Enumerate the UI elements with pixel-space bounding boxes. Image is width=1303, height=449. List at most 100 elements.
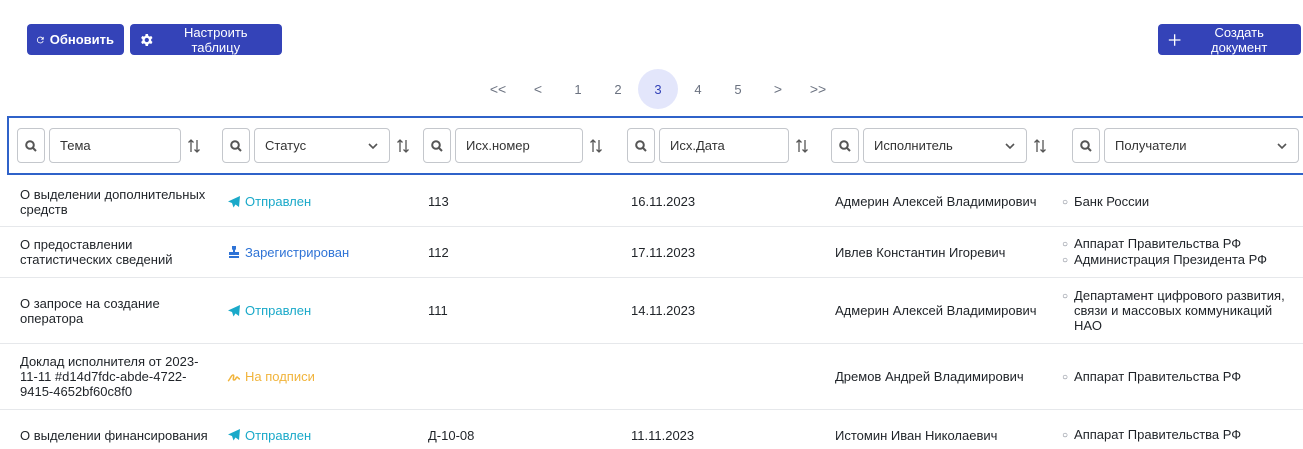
chevron-down-icon <box>1005 142 1015 149</box>
create-document-button[interactable]: Создать документ <box>1158 24 1301 55</box>
stamp-icon <box>229 246 239 258</box>
cell-recipients: ○ Аппарат Правительства РФ <box>1062 344 1302 409</box>
cell-recipients: ○ Банк России <box>1062 177 1302 226</box>
recipient-label: Департамент цифрового развития, связи и … <box>1074 288 1285 333</box>
sort-status-button[interactable] <box>396 138 410 154</box>
cell-executor: Адмерин Алексей Владимирович <box>835 194 1037 209</box>
search-icon <box>1080 139 1092 152</box>
recipient-item: ○ Аппарат Правительства РФ <box>1062 368 1242 384</box>
recipient-item: ○ Департамент цифрового развития, связи и… <box>1062 288 1302 333</box>
create-document-label: Создать документ <box>1210 24 1268 55</box>
table-row[interactable]: О выделении финансирования Отправлен Д-1… <box>0 410 1303 449</box>
search-out-date-button[interactable] <box>627 128 655 163</box>
table-row[interactable]: Доклад исполнителя от 2023-11-11 #d14d7f… <box>0 344 1303 410</box>
status-label: Отправлен <box>245 194 312 209</box>
sort-executor-button[interactable] <box>1033 138 1047 154</box>
status-label: Отправлен <box>245 303 312 318</box>
search-executor-button[interactable] <box>831 128 859 163</box>
table-row[interactable]: О предоставлении статистических сведений… <box>0 227 1303 278</box>
search-theme-button[interactable] <box>17 128 45 163</box>
out-number-filter-input[interactable]: Исх.номер <box>455 128 583 163</box>
last-page-button[interactable]: >> <box>798 69 838 109</box>
table-settings-button[interactable]: Настроить таблицу <box>130 24 282 55</box>
cell-theme: О выделении дополнительных средств <box>20 186 206 217</box>
toolbar: Обновить Настроить таблицу Создать докум… <box>27 24 1303 55</box>
table-settings-label: Настроить таблицу <box>184 24 248 55</box>
executor-filter-label: Исполнитель <box>874 138 953 153</box>
chevron-down-icon <box>1277 142 1287 149</box>
signature-icon <box>227 373 241 382</box>
filter-status: Статус <box>222 128 410 163</box>
cell-executor: Дремов Андрей Владимирович <box>835 369 1024 384</box>
recipient-label: Аппарат Правительства РФ <box>1074 427 1242 442</box>
cell-status: На подписи <box>227 344 407 409</box>
cell-theme: О запросе на создание оператора <box>20 295 160 326</box>
prev-page-button[interactable]: < <box>518 69 558 109</box>
cell-status: Зарегистрирован <box>227 227 407 277</box>
gear-icon <box>141 33 153 46</box>
cell-out-number <box>428 344 578 409</box>
cell-out-number: 113 <box>428 194 449 209</box>
search-icon <box>635 139 647 152</box>
sort-icon <box>590 138 602 153</box>
filter-executor: Исполнитель <box>831 128 1047 163</box>
cell-theme: О выделении финансирования <box>20 427 208 443</box>
out-date-filter-input[interactable]: Исх.Дата <box>659 128 789 163</box>
cell-out-date: 14.11.2023 <box>631 303 696 318</box>
cell-recipients: ○ Аппарат Правительства РФ ○ Администрация… <box>1062 227 1302 277</box>
paper-plane-icon <box>228 429 240 441</box>
paper-plane-icon <box>228 304 240 316</box>
cell-status: Отправлен <box>227 278 407 343</box>
cell-out-number: 112 <box>428 244 449 260</box>
search-icon <box>230 139 242 152</box>
status-filter-select[interactable]: Статус <box>254 128 390 163</box>
cell-executor: Истомин Иван Николаевич <box>835 427 998 443</box>
chevron-down-icon <box>368 142 378 149</box>
page-3-button-current[interactable]: 3 <box>638 69 678 109</box>
filter-recipients: Получатели <box>1072 128 1299 163</box>
search-out-number-button[interactable] <box>423 128 451 163</box>
paper-plane-icon <box>228 195 240 207</box>
search-icon <box>839 139 851 152</box>
recipients-filter-label: Получатели <box>1115 138 1187 153</box>
table-row[interactable]: О запросе на создание оператора Отправле… <box>0 278 1303 344</box>
theme-filter-input[interactable]: Тема <box>49 128 181 163</box>
recipient-label: Аппарат Правительства РФ <box>1074 368 1242 384</box>
filter-out-number: Исх.номер <box>423 128 603 163</box>
cell-out-date: 11.11.2023 <box>631 427 695 443</box>
refresh-button[interactable]: Обновить <box>27 24 124 55</box>
sort-icon <box>397 138 409 153</box>
page-5-button[interactable]: 5 <box>718 69 758 109</box>
cell-out-date: 16.11.2023 <box>631 194 696 209</box>
cell-out-number: Д-10-08 <box>428 427 475 443</box>
sort-theme-button[interactable] <box>187 138 201 154</box>
search-status-button[interactable] <box>222 128 250 163</box>
next-page-button[interactable]: > <box>758 69 798 109</box>
out-number-filter-label: Исх.номер <box>466 138 530 153</box>
recipient-item: ○ Администрация Президента РФ <box>1062 252 1268 267</box>
recipient-label: Банк России <box>1074 193 1150 209</box>
refresh-icon <box>37 36 44 43</box>
page-2-button[interactable]: 2 <box>598 69 638 109</box>
status-label: Отправлен <box>245 427 312 443</box>
recipient-item: ○ Аппарат Правительства РФ <box>1062 427 1242 442</box>
filter-out-date: Исх.Дата <box>627 128 809 163</box>
search-icon <box>431 139 443 152</box>
sort-out-date-button[interactable] <box>795 138 809 154</box>
sort-out-number-button[interactable] <box>589 138 603 154</box>
recipients-filter-select[interactable]: Получатели <box>1104 128 1299 163</box>
sort-icon <box>1034 138 1046 153</box>
page-1-button[interactable]: 1 <box>558 69 598 109</box>
cell-theme: О предоставлении статистических сведений <box>20 237 173 267</box>
search-icon <box>25 139 37 152</box>
executor-filter-select[interactable]: Исполнитель <box>863 128 1027 163</box>
recipient-label: Аппарат Правительства РФ <box>1074 236 1242 251</box>
cell-theme: Доклад исполнителя от 2023-11-11 #d14d7f… <box>20 354 199 399</box>
page-4-button[interactable]: 4 <box>678 69 718 109</box>
table-row[interactable]: О выделении дополнительных средств Отпра… <box>0 177 1303 227</box>
theme-filter-label: Тема <box>60 138 91 153</box>
recipient-item: ○ Банк России <box>1062 193 1150 209</box>
status-label: На подписи <box>245 369 315 384</box>
search-recipients-button[interactable] <box>1072 128 1100 163</box>
first-page-button[interactable]: << <box>478 69 518 109</box>
